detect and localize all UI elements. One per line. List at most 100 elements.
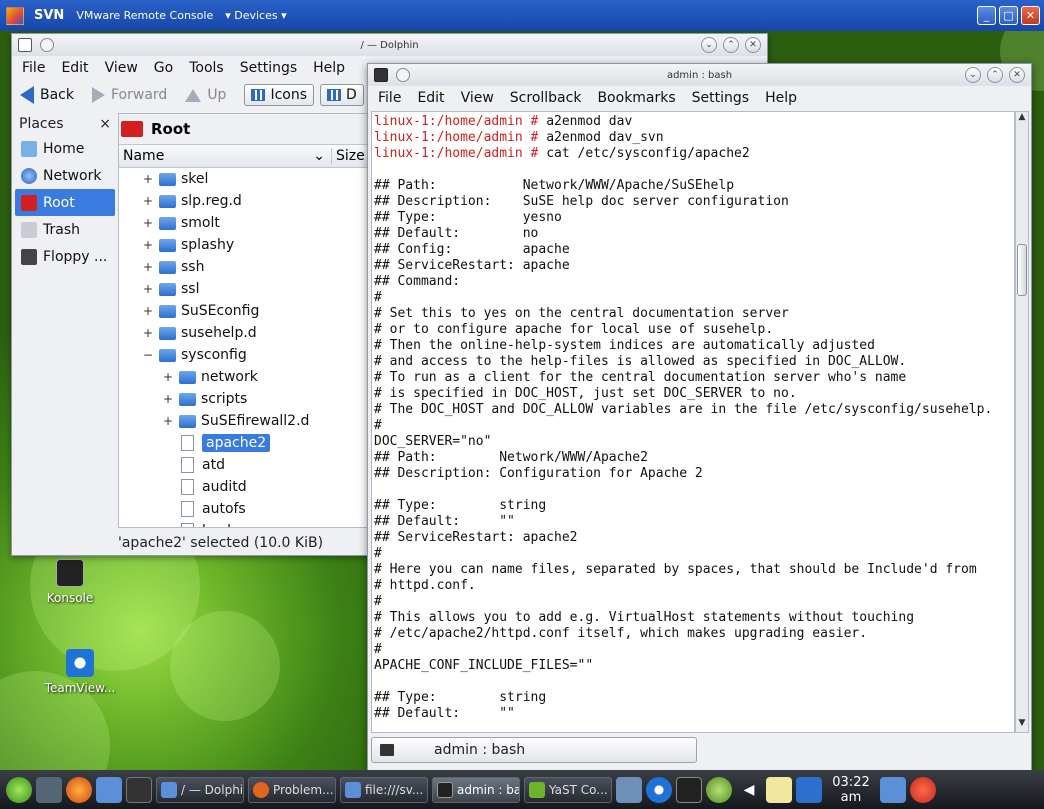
name-column-header[interactable]: Name [123, 148, 164, 164]
clipboard-icon[interactable] [766, 776, 792, 803]
minimize-button[interactable]: ⌄ [965, 67, 981, 83]
file-manager-icon[interactable] [96, 776, 122, 803]
menu-edit[interactable]: Edit [417, 90, 444, 106]
menu-file[interactable]: File [22, 60, 45, 76]
scroll-up-icon[interactable]: ▲ [1016, 112, 1028, 126]
up-button[interactable]: Up [185, 87, 226, 103]
terminal-text: # httpd.conf. [374, 578, 476, 593]
terminal-icon[interactable] [676, 776, 702, 803]
vm-close-button[interactable]: ✕ [1021, 6, 1040, 25]
desktop-icon-teamviewer[interactable]: TeamView... [40, 649, 120, 695]
forward-button[interactable]: Forward [92, 87, 167, 103]
pin-icon[interactable] [396, 68, 410, 82]
place-trash[interactable]: Trash [15, 216, 115, 243]
expander-icon[interactable]: + [143, 172, 153, 186]
expander-icon[interactable]: − [143, 348, 153, 362]
location-bar[interactable]: Root [119, 114, 367, 144]
tree-row-network[interactable]: + network [119, 366, 367, 388]
session-tab[interactable]: admin : bash [371, 737, 697, 763]
terminal-scrollbar[interactable]: ▲ ▼ [1015, 111, 1029, 733]
details-view-button[interactable]: D [320, 84, 364, 106]
desktop-icon-konsole[interactable]: Konsole [30, 559, 110, 605]
expander-icon[interactable]: + [143, 216, 153, 230]
expander-icon[interactable]: + [163, 414, 173, 428]
tree-row-backup[interactable]: backup [119, 520, 367, 527]
menu-help[interactable]: Help [313, 60, 345, 76]
tree-row-skel[interactable]: + skel [119, 168, 367, 190]
place-network[interactable]: Network [15, 162, 115, 189]
menu-settings[interactable]: Settings [692, 90, 749, 106]
network-tray-icon[interactable] [616, 776, 642, 803]
start-menu-icon[interactable] [6, 776, 32, 803]
devices-menu[interactable]: ▾ Devices ▾ [225, 9, 286, 22]
place-floppy[interactable]: Floppy ... [15, 243, 115, 270]
maximize-button[interactable]: ⌃ [723, 37, 739, 53]
suse-updater-icon[interactable] [706, 776, 732, 803]
vm-minimize-button[interactable]: _ [977, 6, 996, 25]
place-root[interactable]: Root [15, 189, 115, 216]
menu-go[interactable]: Go [154, 60, 173, 76]
pin-icon[interactable] [40, 38, 54, 52]
expander-icon[interactable]: + [143, 304, 153, 318]
vm-name: SVN [34, 8, 65, 23]
task-yast[interactable]: YaST Co... [524, 776, 612, 803]
tree-row-suseconfig[interactable]: + SuSEconfig [119, 300, 367, 322]
pager-icon[interactable] [126, 776, 152, 803]
tree-row-autofs[interactable]: autofs [119, 498, 367, 520]
tree-row-ssh[interactable]: + ssh [119, 256, 367, 278]
tree-row-apache2[interactable]: apache2 [119, 432, 367, 454]
tree-row-sysconfig[interactable]: − sysconfig [119, 344, 367, 366]
close-button[interactable]: ✕ [1009, 67, 1025, 83]
expander-icon[interactable]: + [143, 326, 153, 340]
tree-row-susehelp-d[interactable]: + susehelp.d [119, 322, 367, 344]
power-icon[interactable] [910, 776, 936, 803]
tree-row-splashy[interactable]: + splashy [119, 234, 367, 256]
menu-help[interactable]: Help [765, 90, 797, 106]
task-file-browser[interactable]: file:///sv... [340, 776, 428, 803]
maximize-button[interactable]: ⌃ [987, 67, 1003, 83]
menu-scrollback[interactable]: Scrollback [510, 90, 582, 106]
places-close-button[interactable]: × [99, 116, 111, 132]
back-button[interactable]: Back [20, 86, 74, 104]
task-konsole[interactable]: admin : ba... [432, 776, 520, 803]
menu-bookmarks[interactable]: Bookmarks [597, 90, 675, 106]
menu-tools[interactable]: Tools [189, 60, 224, 76]
expander-icon[interactable]: + [143, 238, 153, 252]
tree-row-susefirewall2-d[interactable]: + SuSEfirewall2.d [119, 410, 367, 432]
minimize-button[interactable]: ⌄ [701, 37, 717, 53]
tree-row-scripts[interactable]: + scripts [119, 388, 367, 410]
menu-view[interactable]: View [105, 60, 138, 76]
expander-icon[interactable]: + [143, 194, 153, 208]
tree-row-auditd[interactable]: auditd [119, 476, 367, 498]
firefox-icon[interactable] [66, 776, 92, 803]
download-icon[interactable] [796, 776, 822, 803]
desktop-switch-icon[interactable] [36, 776, 62, 803]
menu-settings[interactable]: Settings [240, 60, 297, 76]
expander-icon[interactable]: + [143, 282, 153, 296]
tray-left-arrow-icon[interactable]: ◀ [736, 777, 762, 803]
sort-chevron-icon[interactable]: ⌄ [313, 148, 325, 164]
menu-file[interactable]: File [378, 90, 401, 106]
tree-row-atd[interactable]: atd [119, 454, 367, 476]
menu-view[interactable]: View [461, 90, 494, 106]
size-column-header[interactable]: Size [331, 148, 367, 164]
expander-icon[interactable]: + [163, 392, 173, 406]
task-dolphin[interactable]: / — Dolphin [156, 776, 244, 803]
teamviewer-icon[interactable] [646, 776, 672, 803]
menu-edit[interactable]: Edit [61, 60, 88, 76]
close-button[interactable]: ✕ [745, 37, 761, 53]
tree-row-ssl[interactable]: + ssl [119, 278, 367, 300]
clock[interactable]: 03:22 am [826, 775, 876, 805]
lock-screen-icon[interactable] [880, 776, 906, 803]
tree-row-smolt[interactable]: + smolt [119, 212, 367, 234]
scrollbar-thumb[interactable] [1017, 244, 1027, 296]
expander-icon[interactable]: + [143, 260, 153, 274]
task-firefox[interactable]: Problem... [248, 776, 336, 803]
terminal-output[interactable]: linux-1:/home/admin # a2enmod dav linux-1… [371, 111, 1015, 733]
icons-view-button[interactable]: Icons [244, 84, 315, 106]
scroll-down-icon[interactable]: ▼ [1016, 718, 1028, 732]
expander-icon[interactable]: + [163, 370, 173, 384]
place-home[interactable]: Home [15, 135, 115, 162]
tree-row-slp-reg-d[interactable]: + slp.reg.d [119, 190, 367, 212]
vm-maximize-button[interactable]: □ [999, 6, 1018, 25]
